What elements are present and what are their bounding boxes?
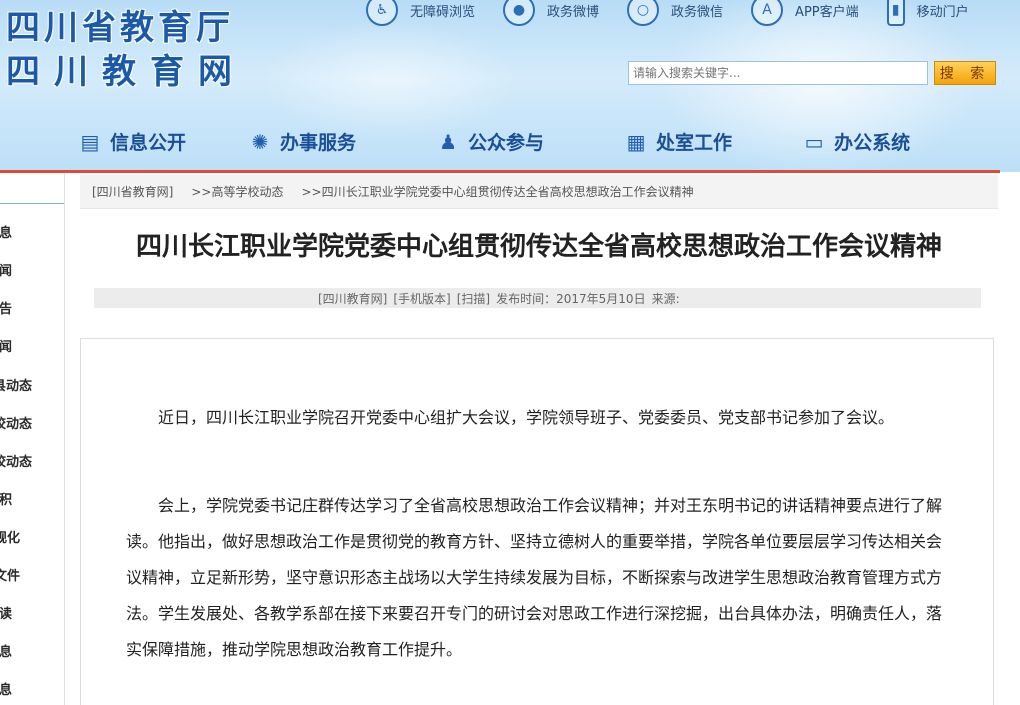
nav-label: 信息公开	[110, 132, 187, 154]
header-divider	[0, 170, 1000, 173]
logo-line-1: 四川省教育厅	[6, 8, 234, 48]
meta-site-link[interactable]: [四川教育网]	[318, 290, 387, 307]
nav-label: 处室工作	[656, 132, 733, 154]
meta-source: 来源:	[651, 291, 680, 306]
sidebar-item[interactable]: 县动态	[0, 375, 32, 394]
breadcrumb-current[interactable]: >>四川长江职业学院党委中心组贯彻传达全省高校思想政治工作会议精神	[302, 183, 694, 200]
header-glow-decoration-2	[260, 20, 520, 140]
sidebar-clip: 息 闻 告 闻 县动态 校动态 校动态 积 规化 文件 读 息 息	[0, 173, 64, 705]
nav-item-info-disclosure[interactable]: ▤ 信息公开	[78, 128, 186, 155]
toplink-label: 政务微博	[547, 4, 600, 20]
meta-mobile-link[interactable]: [手机版本]	[393, 290, 450, 307]
sidebar-item[interactable]: 闻	[0, 260, 12, 279]
article-title: 四川长江职业学院党委中心组贯彻传达全省高校思想政治工作会议精神	[135, 232, 942, 262]
main-nav: ▤ 信息公开 ✺ 办事服务 ♟ 公众参与 ▦ 处室工作 ▭ 办公系统	[78, 128, 911, 155]
sidebar-item[interactable]: 告	[0, 298, 12, 317]
sidebar: 息 闻 告 闻 县动态 校动态 校动态 积 规化 文件 读 息 息	[0, 173, 66, 705]
sidebar-item[interactable]: 校动态	[0, 413, 32, 432]
info-icon: ▤	[80, 129, 100, 154]
calendar-icon: ▦	[626, 129, 646, 154]
nav-label: 办公系统	[834, 132, 911, 154]
accessibility-icon: ♿	[366, 0, 398, 26]
search-bar: 搜 索	[628, 61, 996, 85]
sidebar-item[interactable]: 规化	[0, 527, 20, 546]
toplink-label: 无障碍浏览	[410, 4, 476, 20]
sidebar-item[interactable]: 读	[0, 603, 12, 622]
toplink-accessibility[interactable]: ♿ 无障碍浏览	[366, 0, 475, 26]
sidebar-item[interactable]: 文件	[0, 565, 20, 584]
toplink-label: 政务微信	[671, 4, 724, 20]
toplink-mobile[interactable]: ▮ 移动门户	[886, 0, 969, 26]
nav-item-department-work[interactable]: ▦ 处室工作	[624, 128, 732, 155]
meta-publish-time: 发布时间：2017年5月10日	[496, 291, 646, 306]
logo-line-2: 四川教育网	[6, 52, 246, 92]
article-meta: [四川教育网] [手机版本] [扫描] 发布时间：2017年5月10日 来源:	[94, 288, 981, 308]
nav-item-services[interactable]: ✺ 办事服务	[248, 128, 356, 155]
weibo-icon: ●	[503, 0, 536, 26]
sidebar-item[interactable]: 积	[0, 489, 12, 508]
search-button[interactable]: 搜 索	[934, 61, 996, 85]
wechat-icon: ○	[627, 0, 660, 26]
breadcrumb-home[interactable]: [四川省教育网]	[92, 183, 173, 200]
search-input[interactable]	[628, 61, 928, 85]
article-paragraph: 会上，学院党委书记庄群传达学习了全省高校思想政治工作会议精神；并对王东明书记的讲…	[126, 496, 943, 659]
toplink-app[interactable]: A APP客户端	[751, 0, 859, 26]
sidebar-item[interactable]: 息	[0, 641, 12, 660]
breadcrumb: [四川省教育网] >>高等学校动态 >>四川长江职业学院党委中心组贯彻传达全省高…	[80, 175, 998, 209]
toplink-label: 移动门户	[916, 4, 969, 20]
sidebar-item[interactable]: 息	[0, 679, 12, 698]
article-paragraph: 近日，四川长江职业学院召开党委中心组扩大会议，学院领导班子、党委委员、党支部书记…	[158, 408, 895, 427]
app-icon: A	[751, 0, 784, 26]
site-header: 四川省教育厅 四川教育网 ♿ 无障碍浏览 ● 政务微博 ○ 政务微信 A APP…	[0, 0, 1020, 172]
top-links: ♿ 无障碍浏览 ● 政务微博 ○ 政务微信 A APP客户端 ▮ 移动门户	[366, 0, 997, 26]
toplink-weibo[interactable]: ● 政务微博	[503, 0, 599, 26]
nav-label: 办事服务	[280, 132, 357, 154]
nav-label: 公众参与	[468, 132, 545, 154]
user-plus-icon: ♟	[439, 129, 457, 154]
sidebar-top-rule	[0, 203, 64, 204]
meta-scan-link[interactable]: [扫描]	[457, 290, 490, 307]
toplink-wechat[interactable]: ○ 政务微信	[627, 0, 723, 26]
nav-item-public-participation[interactable]: ♟ 公众参与	[436, 128, 544, 155]
monitor-icon: ▭	[804, 129, 824, 154]
nav-item-office-system[interactable]: ▭ 办公系统	[802, 128, 910, 155]
sidebar-item[interactable]: 校动态	[0, 451, 32, 470]
service-icon: ✺	[251, 129, 269, 154]
toplink-label: APP客户端	[795, 4, 859, 20]
sidebar-right-rule	[64, 173, 65, 705]
sidebar-item[interactable]: 息	[0, 222, 12, 241]
site-logo[interactable]: 四川省教育厅 四川教育网	[6, 6, 246, 94]
mobile-icon: ▮	[886, 0, 905, 26]
breadcrumb-category[interactable]: >>高等学校动态	[191, 183, 283, 200]
sidebar-item[interactable]: 闻	[0, 336, 12, 355]
